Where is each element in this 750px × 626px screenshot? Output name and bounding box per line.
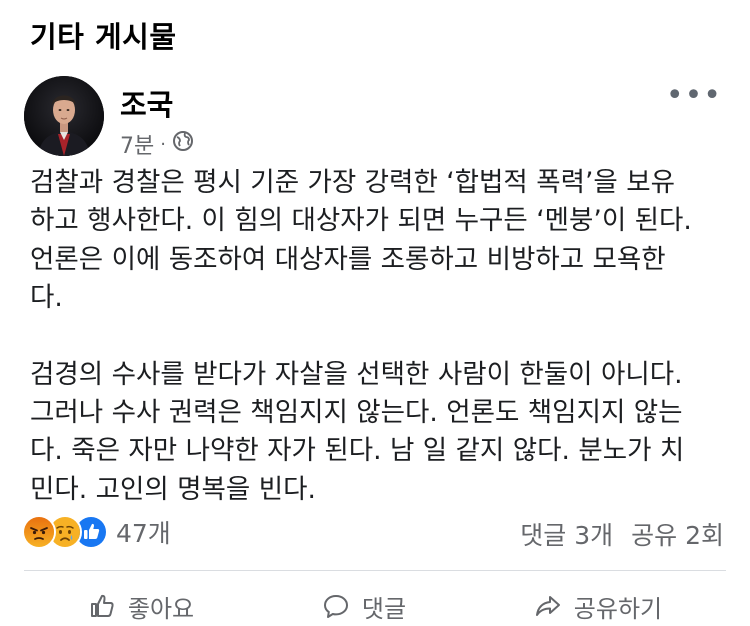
angry-reaction-icon xyxy=(22,515,56,549)
comment-count[interactable]: 댓글 3개 xyxy=(520,516,613,552)
avatar[interactable] xyxy=(24,76,104,156)
author-name[interactable]: 조국 xyxy=(120,82,173,124)
share-count[interactable]: 공유 2회 xyxy=(631,516,724,552)
comment-icon xyxy=(323,595,348,618)
reaction-count[interactable]: 47개 xyxy=(116,514,171,550)
action-divider xyxy=(24,570,726,571)
profile-photo xyxy=(24,76,104,156)
like-button[interactable]: 좋아요 xyxy=(88,586,194,626)
like-button-label: 좋아요 xyxy=(127,594,195,623)
post-paragraph: 검경의 수사를 받다가 자살을 선택한 사람이 한둘이 아니다. 그러나 수사 … xyxy=(30,358,685,505)
thumbs-up-icon xyxy=(90,594,114,617)
share-button[interactable]: 공유하기 xyxy=(534,586,662,626)
comment-button-label: 댓글 xyxy=(361,594,407,623)
share-icon xyxy=(535,596,560,616)
post-time[interactable]: 7분 xyxy=(120,128,154,160)
globe-icon xyxy=(172,130,194,158)
meta-separator: · xyxy=(160,133,166,155)
post-body: 검찰과 경찰은 평시 기준 가장 강력한 ‘합법적 폭력’을 보유 하고 행사한… xyxy=(30,164,730,509)
post-paragraph: 검찰과 경찰은 평시 기준 가장 강력한 ‘합법적 폭력’을 보유 하고 행사한… xyxy=(30,167,692,314)
comment-button[interactable]: 댓글 xyxy=(322,586,406,626)
more-options-icon[interactable]: ••• xyxy=(666,78,722,113)
post-stats: 댓글 3개 공유 2회 xyxy=(520,516,724,552)
share-button-label: 공유하기 xyxy=(573,594,663,623)
post-meta: 7분 · xyxy=(120,128,194,160)
reactions-summary[interactable]: 47개 xyxy=(22,514,171,550)
section-title: 기타 게시물 xyxy=(30,20,177,54)
action-bar: 좋아요 댓글 공유하기 xyxy=(24,586,726,626)
